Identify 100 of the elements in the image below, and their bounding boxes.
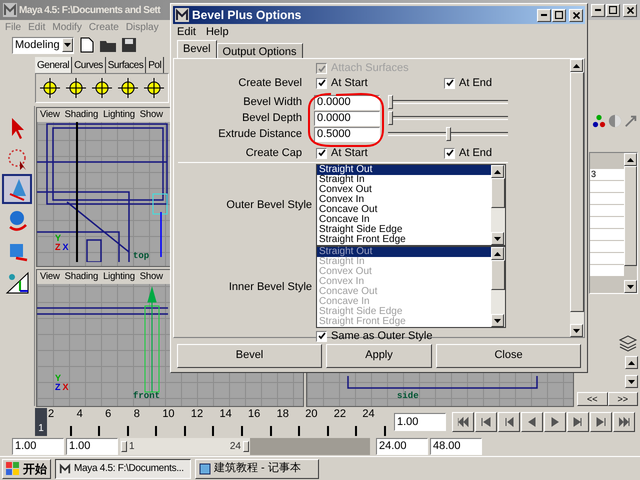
playback-end-field[interactable]: 24.00 (376, 438, 428, 454)
tool-button[interactable] (2, 174, 32, 204)
scroll-down-button[interactable] (570, 324, 583, 337)
range-end-label: 24 (230, 440, 241, 454)
viewport-menu-item[interactable]: View (40, 108, 60, 122)
step-back-key-icon (480, 417, 492, 427)
close-button[interactable] (569, 8, 583, 22)
range-handle[interactable] (121, 440, 127, 452)
scroll-up-button[interactable] (624, 153, 637, 166)
taskbar-button[interactable]: 建筑教程 - 记事本 (195, 458, 319, 478)
start-time-field[interactable]: 1.00 (12, 438, 64, 454)
scroll-up-button[interactable] (491, 165, 504, 178)
shelf-tab[interactable]: Surfaces (106, 57, 146, 73)
nav-button[interactable]: >> (608, 392, 638, 406)
slider-track[interactable] (388, 127, 508, 141)
viewport-menu-item[interactable]: Lighting (103, 270, 135, 284)
range-handle[interactable] (243, 440, 249, 452)
nav-button[interactable]: << (577, 392, 608, 406)
minimize-button[interactable] (591, 4, 605, 16)
play-icon (550, 417, 560, 427)
playback-button[interactable] (544, 412, 566, 432)
checkbox[interactable] (316, 78, 327, 88)
list-item[interactable]: Straight In (317, 175, 491, 185)
viewport-menu-item[interactable]: Show (140, 270, 163, 284)
start-button[interactable]: 开始 (2, 458, 51, 478)
style-listbox[interactable]: Straight Out Straight In Convex Out Convex In Concave Out Concave In Straight Side Edge Straight Front Edge (316, 164, 506, 246)
channel-cell (590, 241, 624, 252)
axis-label: Y (55, 374, 62, 383)
number-field[interactable]: 0.0000 (314, 110, 380, 126)
dropdown-button[interactable] (62, 38, 73, 52)
viewport-menu-item[interactable]: Shading (64, 270, 98, 284)
checkbox[interactable] (444, 78, 455, 88)
channel-cell (590, 193, 624, 204)
slider-thumb[interactable] (388, 95, 393, 109)
frame-number: 10 (161, 408, 176, 420)
tab[interactable]: Output Options (216, 43, 303, 58)
playback-button[interactable] (567, 412, 589, 432)
number-field[interactable]: 0.0000 (314, 94, 380, 110)
checkbox[interactable] (316, 330, 327, 342)
slider-track[interactable] (388, 95, 508, 109)
viewport-menu-item[interactable]: Shading (64, 108, 98, 122)
playback-start-field[interactable]: 1.00 (66, 438, 118, 454)
app-logo-icon (3, 3, 17, 17)
minimize-button[interactable] (537, 8, 551, 22)
viewport-menu-item[interactable]: Lighting (103, 108, 135, 122)
scroll-down-button[interactable] (625, 375, 638, 388)
scroll-down-button[interactable] (491, 232, 504, 245)
shelf-tab[interactable]: General (35, 57, 72, 73)
maximize-button[interactable] (552, 8, 566, 22)
scroll-thumb[interactable] (491, 178, 505, 208)
playback-button[interactable] (498, 412, 520, 432)
range-bar[interactable] (120, 438, 250, 454)
shelf-tab[interactable]: Pol (146, 57, 164, 73)
slider-thumb[interactable] (388, 111, 393, 125)
playback-button[interactable] (452, 412, 474, 432)
scroll-down-button[interactable] (624, 280, 637, 293)
list-item[interactable]: Straight Front Edge (317, 235, 491, 245)
playback-button[interactable] (613, 412, 635, 432)
number-field[interactable]: 0.5000 (314, 126, 380, 142)
field-label: Bevel Depth (241, 110, 303, 126)
viewport-menu-item[interactable]: Show (140, 108, 163, 122)
dialog-button[interactable]: Close (436, 344, 581, 368)
tick-mark (70, 426, 72, 436)
list-item[interactable]: Concave In (317, 215, 491, 225)
dialog-button[interactable]: Apply (326, 344, 432, 368)
scroll-up-button[interactable] (570, 59, 583, 72)
slider-track[interactable] (388, 111, 508, 125)
scroll-up-button[interactable] (625, 356, 638, 369)
playback-button[interactable] (590, 412, 612, 432)
current-time-field[interactable]: 1.00 (394, 413, 446, 431)
range-slider[interactable]: 1 24 (120, 438, 370, 454)
list-item[interactable]: Concave Out (317, 205, 491, 215)
playback-button[interactable] (521, 412, 543, 432)
end-time-field[interactable]: 48.00 (430, 438, 482, 454)
scroll-thumb[interactable] (624, 166, 637, 266)
checkbox[interactable] (316, 148, 327, 158)
mode-dropdown[interactable]: Modeling (12, 36, 74, 54)
shelf-tab[interactable]: Curves (72, 57, 106, 73)
tick-mark (326, 426, 329, 436)
list-item[interactable]: Straight Side Edge (317, 225, 491, 235)
maximize-button[interactable] (606, 4, 620, 16)
checkbox[interactable] (444, 148, 455, 158)
menu-item[interactable]: Help (206, 24, 229, 40)
close-button[interactable] (623, 4, 637, 16)
scroll-thumb[interactable] (570, 72, 584, 312)
taskbar-button[interactable]: Maya 4.5: F:\Documents... (55, 458, 191, 478)
list-item[interactable]: Convex In (317, 195, 491, 205)
tick-mark (270, 426, 272, 436)
list-item[interactable]: Convex Out (317, 185, 491, 195)
up-arrow-icon (494, 170, 501, 174)
current-frame-marker: 1 (35, 408, 47, 436)
list-item[interactable]: Straight Out (317, 165, 491, 175)
dialog-button[interactable]: Bevel (177, 344, 322, 368)
tab[interactable]: Bevel (177, 40, 217, 58)
viewport-menu-item[interactable]: View (40, 270, 60, 284)
menu-item[interactable]: Edit (177, 24, 196, 40)
slider-thumb[interactable] (446, 127, 450, 141)
playback-button[interactable] (475, 412, 497, 432)
channel-cell (590, 205, 624, 216)
channel-cell (590, 181, 624, 192)
